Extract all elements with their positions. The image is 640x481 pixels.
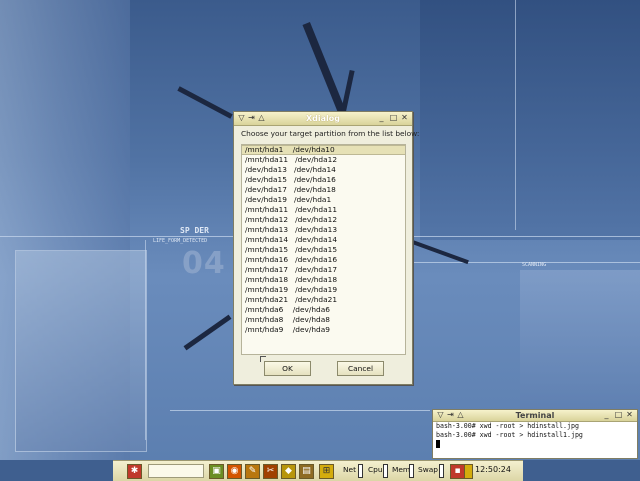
wallpaper-side-text: SCANNING <box>522 262 547 268</box>
wallpaper-spike <box>302 21 346 114</box>
start-menu-icon[interactable]: ✱ <box>127 464 142 479</box>
taskbar: ✱ ▣ ◉ ✎ ✂ ◆ ▤ ⊞ Net Cpu Mem Swap ▪ 12:50… <box>113 460 523 481</box>
wallpaper-spike <box>183 314 232 351</box>
wallpaper-line <box>515 0 516 230</box>
clock: 12:50:24 <box>475 465 511 474</box>
net-meter <box>358 464 363 478</box>
partition-list[interactable]: /mnt/hda1 /dev/hda10 /mnt/hda11 /dev/hda… <box>241 144 406 355</box>
list-item[interactable]: /mnt/hda16 /dev/hda16 <box>242 255 405 265</box>
wallpaper-logo: SP DER <box>180 226 209 235</box>
list-item[interactable]: /mnt/hda21 /dev/hda21 <box>242 295 405 305</box>
terminal-titlebar[interactable]: ▽ ⇥ △ Terminal _ □ ✕ <box>433 410 637 422</box>
xdialog-titlebar[interactable]: ▽ ⇥ △ Xdialog _ □ ✕ <box>234 112 412 126</box>
cpu-label: Cpu <box>368 465 383 474</box>
minimize-icon[interactable]: _ <box>602 410 611 419</box>
text-cursor <box>436 440 440 448</box>
mem-label: Mem <box>392 465 411 474</box>
list-item[interactable]: /mnt/hda14 /dev/hda14 <box>242 235 405 245</box>
list-item[interactable]: /dev/hda13 /dev/hda14 <box>242 165 405 175</box>
list-item[interactable]: /mnt/hda17 /dev/hda17 <box>242 265 405 275</box>
list-item[interactable]: /dev/hda17 /dev/hda18 <box>242 185 405 195</box>
list-item[interactable]: /mnt/hda12 /dev/hda12 <box>242 215 405 225</box>
net-label: Net <box>343 465 356 474</box>
list-item[interactable]: /dev/hda15 /dev/hda16 <box>242 175 405 185</box>
tray-icon[interactable]: ▪ <box>450 464 465 479</box>
list-item[interactable]: /mnt/hda11 /dev/hda12 <box>242 155 405 165</box>
list-item[interactable]: /dev/hda19 /dev/hda1 <box>242 195 405 205</box>
list-item[interactable]: /mnt/hda18 /dev/hda18 <box>242 275 405 285</box>
list-item[interactable]: /mnt/hda8 /dev/hda8 <box>242 315 405 325</box>
wallpaper-panel <box>420 0 640 240</box>
launcher-icon[interactable]: ◉ <box>227 464 242 479</box>
desktop-pager-icon[interactable]: ⊞ <box>319 464 334 479</box>
dialog-prompt: Choose your target partition from the li… <box>241 129 420 138</box>
list-item[interactable]: /mnt/hda11 /dev/hda11 <box>242 205 405 215</box>
list-item[interactable]: /mnt/hda15 /dev/hda15 <box>242 245 405 255</box>
wallpaper-spike <box>177 86 233 119</box>
swap-label: Swap <box>418 465 438 474</box>
wallpaper-panel <box>520 270 640 410</box>
launcher-icon[interactable]: ✎ <box>245 464 260 479</box>
launcher-icon[interactable]: ▣ <box>209 464 224 479</box>
wallpaper-line <box>145 240 146 440</box>
wallpaper-number: 04 <box>182 246 226 281</box>
list-item[interactable]: /mnt/hda13 /dev/hda13 <box>242 225 405 235</box>
list-item[interactable]: /mnt/hda6 /dev/hda6 <box>242 305 405 315</box>
close-icon[interactable]: ✕ <box>625 410 634 419</box>
cpu-meter <box>383 464 388 478</box>
terminal-line: bash-3.00# xwd -root > hdinstall1.jpg <box>436 431 583 439</box>
cancel-button[interactable]: Cancel <box>337 361 384 376</box>
run-input[interactable] <box>148 464 204 478</box>
list-item[interactable]: /mnt/hda9 /dev/hda9 <box>242 325 405 335</box>
minimize-icon[interactable]: _ <box>377 113 386 122</box>
launcher-icon[interactable]: ✂ <box>263 464 278 479</box>
wallpaper-spike <box>411 239 469 265</box>
ok-button[interactable]: OK <box>264 361 311 376</box>
terminal-cursor-line[interactable] <box>433 440 637 449</box>
close-icon[interactable]: ✕ <box>400 113 409 122</box>
list-item[interactable]: /mnt/hda1 /dev/hda10 <box>242 145 405 155</box>
wallpaper-caption: LIFE_FORM_DETECTED <box>153 238 208 244</box>
maximize-icon[interactable]: □ <box>614 410 623 419</box>
launcher-icon[interactable]: ▤ <box>299 464 314 479</box>
wallpaper-spike <box>340 69 355 116</box>
mem-meter <box>409 464 414 478</box>
tray-icon[interactable] <box>464 464 473 479</box>
terminal-line: bash-3.00# xwd -root > hdinstall.jpg <box>436 422 579 430</box>
wallpaper-line <box>170 410 430 411</box>
launcher-icon[interactable]: ◆ <box>281 464 296 479</box>
maximize-icon[interactable]: □ <box>389 113 398 122</box>
list-item[interactable]: /mnt/hda19 /dev/hda19 <box>242 285 405 295</box>
wallpaper-panel <box>15 250 147 452</box>
terminal-window[interactable]: ▽ ⇥ △ Terminal _ □ ✕ bash-3.00# xwd -roo… <box>432 409 638 459</box>
swap-meter <box>439 464 444 478</box>
xdialog-window: ▽ ⇥ △ Xdialog _ □ ✕ Choose your target p… <box>233 111 419 385</box>
